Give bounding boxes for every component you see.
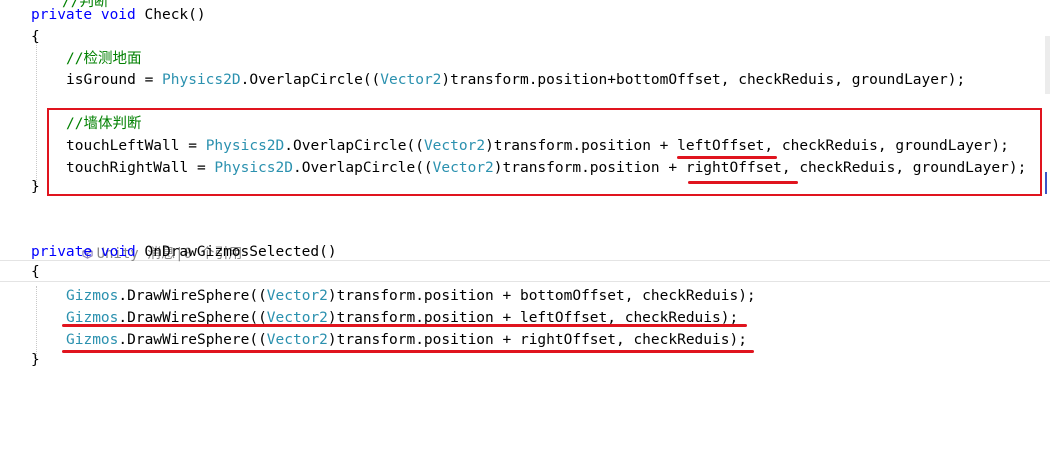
code-line: //检测地面: [0, 48, 1050, 70]
method-name[interactable]: OnDrawGizmosSelected(): [145, 244, 337, 260]
code-editor[interactable]: //判断 private void Check() { //检测地面 isGro…: [0, 0, 1050, 458]
annotation-underline: [677, 156, 777, 159]
code-line: Gizmos.DrawWireSphere((Vector2)transform…: [0, 285, 1050, 307]
method-call: .DrawWireSphere((: [118, 288, 267, 304]
annotation-underline: [62, 324, 747, 327]
identifier: isGround =: [66, 72, 163, 88]
type-name: Vector2: [266, 332, 328, 348]
method-call: .DrawWireSphere((: [118, 332, 267, 348]
expression: )transform.position + bottomOffset, chec…: [327, 288, 756, 304]
code-line: {: [0, 261, 1050, 283]
code-line: Gizmos.DrawWireSphere((Vector2)transform…: [0, 329, 1050, 351]
close-brace: }: [31, 179, 40, 195]
scrollbar-track[interactable]: [1045, 36, 1050, 94]
method-call: .OverlapCircle((: [240, 72, 381, 88]
code-line: private void OnDrawGizmosSelected(): [0, 241, 1050, 263]
comment: //检测地面: [66, 51, 142, 67]
type-name: Physics2D: [162, 72, 241, 88]
keyword: private void: [31, 244, 145, 260]
expression: )transform.position + rightOffset, check…: [327, 332, 747, 348]
open-brace: {: [31, 264, 40, 280]
type-name: Gizmos: [66, 288, 119, 304]
close-brace: }: [31, 352, 40, 368]
code-line: {: [0, 26, 1050, 48]
edit-marker: [1045, 172, 1047, 194]
type-name: Gizmos: [66, 332, 119, 348]
keyword: private void: [31, 7, 145, 23]
expression: )transform.position+bottomOffset, checkR…: [441, 72, 966, 88]
method-name[interactable]: Check(): [145, 7, 206, 23]
annotation-underline: [688, 181, 798, 184]
annotation-box: [47, 108, 1042, 196]
codelens[interactable]: Unity 消息|0 个引用: [0, 221, 1050, 262]
open-brace: {: [31, 29, 40, 45]
type-name: Vector2: [266, 288, 328, 304]
code-line: private void Check(): [0, 4, 1050, 26]
annotation-underline: [62, 350, 754, 353]
code-line: isGround = Physics2D.OverlapCircle((Vect…: [0, 69, 1050, 91]
type-name: Vector2: [380, 72, 442, 88]
